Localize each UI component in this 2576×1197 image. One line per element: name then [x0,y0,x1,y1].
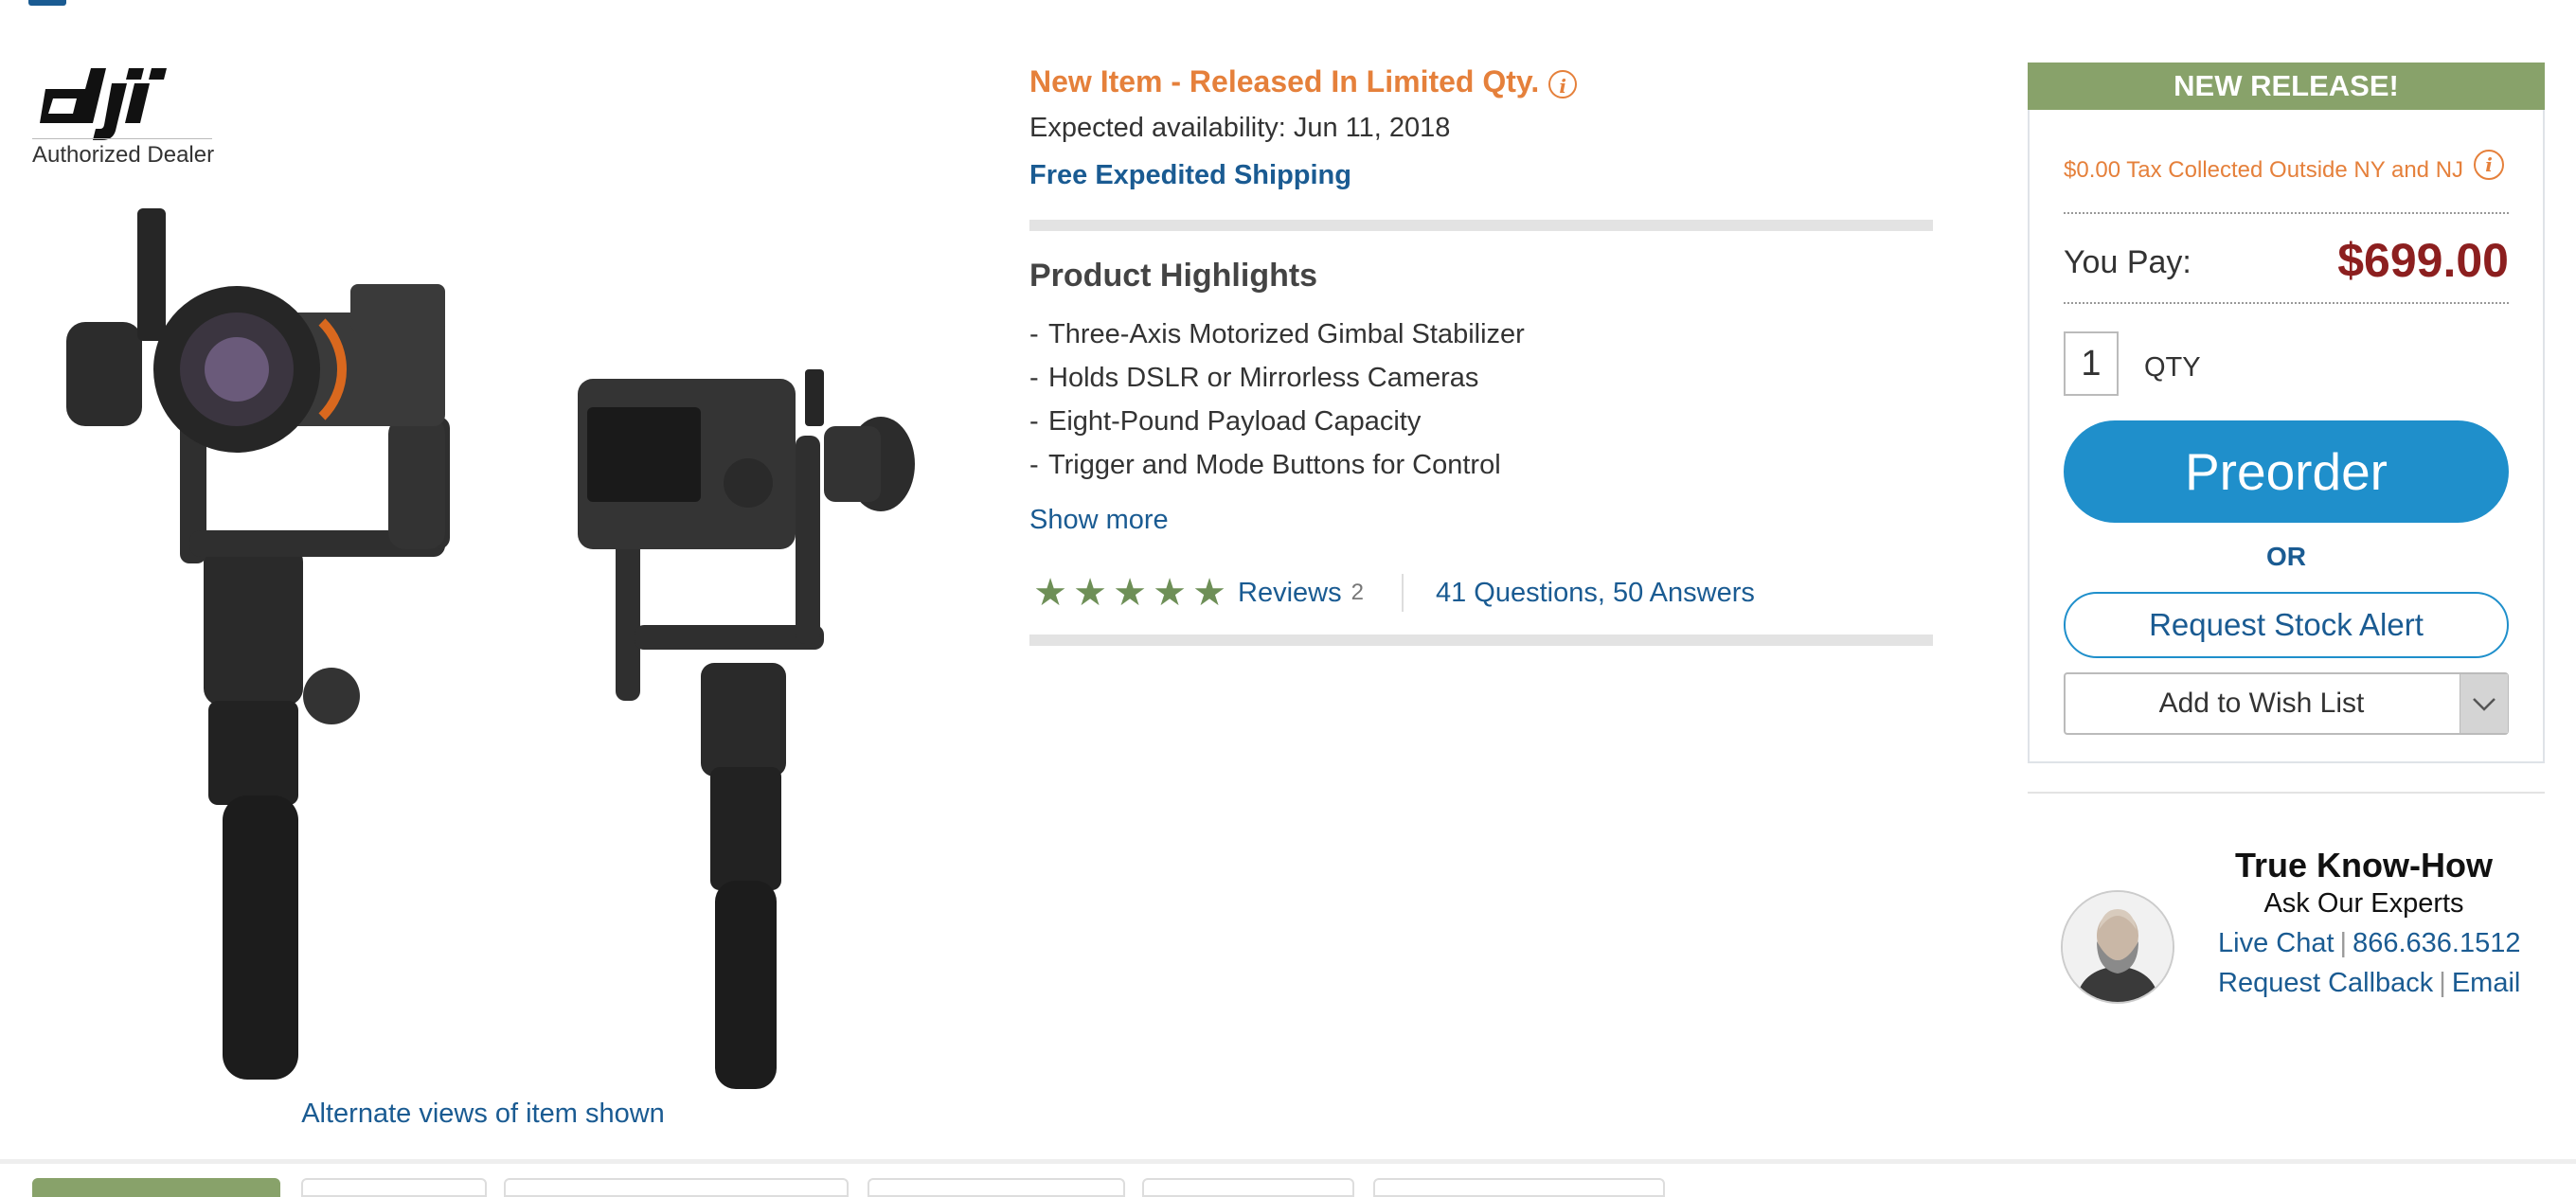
tab[interactable] [1142,1178,1354,1197]
top-nav-sliver [28,0,66,6]
highlights-list: - Three-Axis Motorized Gimbal Stabilizer … [1029,317,1525,491]
chevron-down-icon [2473,698,2496,711]
you-pay-label: You Pay: [2064,244,2191,280]
star-rating[interactable]: ★ ★ ★ ★ ★ [1029,571,1228,615]
questions-answers-link[interactable]: 41 Questions, 50 Answers [1436,578,1755,609]
add-to-wishlist-button[interactable]: Add to Wish List [2064,674,2460,733]
highlight-text: Trigger and Mode Buttons for Control [1048,450,1501,480]
or-separator: OR [2266,542,2306,571]
status-label: New Item - Released In Limited Qty. [1029,64,1540,98]
star-icon: ★ [1153,572,1187,614]
highlight-item: - Eight-Pound Payload Capacity [1029,406,1422,437]
tax-info-icon[interactable]: i [2474,150,2504,180]
tab[interactable] [868,1178,1125,1197]
preorder-button[interactable]: Preorder [2064,420,2509,523]
quantity-input[interactable]: 1 [2064,331,2119,396]
tab[interactable] [1373,1178,1665,1197]
dji-logo [40,68,168,140]
pipe-separator: | [2339,928,2348,958]
highlight-item: - Holds DSLR or Mirrorless Cameras [1029,363,1479,393]
price: $699.00 [2337,234,2509,287]
highlight-item: - Three-Axis Motorized Gimbal Stabilizer [1029,319,1525,349]
show-more-link[interactable]: Show more [1029,505,1169,536]
tabs-divider [0,1159,2576,1164]
request-callback-link[interactable]: Request Callback [2218,968,2433,998]
star-icon: ★ [1073,572,1107,614]
section-divider [1029,220,1933,231]
info-icon[interactable]: i [1548,69,1578,98]
contact-line-callback: Request Callback | Email [2218,968,2520,999]
product-image-main[interactable] [47,180,474,1108]
quantity-label: QTY [2144,352,2201,383]
tab[interactable] [301,1178,487,1197]
highlight-text: Three-Axis Motorized Gimbal Stabilizer [1048,319,1525,349]
reviews-count: 2 [1351,580,1364,605]
new-release-banner: NEW RELEASE! [2028,63,2545,110]
email-link[interactable]: Email [2452,968,2521,998]
highlight-item: - Trigger and Mode Buttons for Control [1029,450,1501,480]
live-chat-link[interactable]: Live Chat [2218,928,2334,958]
expert-avatar [2061,890,2174,1004]
star-icon: ★ [1113,572,1147,614]
dotted-divider [2064,212,2509,214]
pipe-separator: | [2439,968,2446,998]
dotted-divider [2064,302,2509,304]
rating-row: ★ ★ ★ ★ ★ Reviews 2 41 Questions, 50 Ans… [1029,570,1755,616]
contact-line-chat: Live Chat | 866.636.1512 [2218,928,2520,959]
vertical-separator [1401,574,1404,612]
expected-availability: Expected availability: Jun 11, 2018 [1029,113,1451,143]
highlight-text: Holds DSLR or Mirrorless Cameras [1048,363,1479,393]
phone-link[interactable]: 866.636.1512 [2352,928,2520,958]
person-icon [2063,892,2173,1002]
highlights-title: Product Highlights [1029,258,1318,294]
highlight-text: Eight-Pound Payload Capacity [1048,406,1422,437]
reviews-link[interactable]: Reviews [1238,578,1342,609]
experts-subtitle: Ask Our Experts [2263,888,2464,919]
request-stock-alert-button[interactable]: Request Stock Alert [2064,592,2509,658]
star-icon: ★ [1033,572,1067,614]
tab[interactable] [504,1178,849,1197]
availability-status: New Item - Released In Limited Qty. i [1029,64,1578,99]
section-divider [2028,792,2545,794]
product-image-alternate[interactable] [559,350,928,1099]
free-shipping-link[interactable]: Free Expedited Shipping [1029,160,1351,191]
star-icon: ★ [1192,572,1226,614]
experts-title: True Know-How [2235,846,2493,884]
alternate-views-link[interactable]: Alternate views of item shown [0,1099,966,1130]
dealer-rule [32,138,212,139]
section-divider [1029,634,1933,646]
authorized-dealer-label: Authorized Dealer [32,142,215,168]
wishlist-dropdown-toggle[interactable] [2460,674,2508,733]
tax-note: $0.00 Tax Collected Outside NY and NJ [2064,157,2464,183]
tab[interactable] [32,1178,280,1197]
